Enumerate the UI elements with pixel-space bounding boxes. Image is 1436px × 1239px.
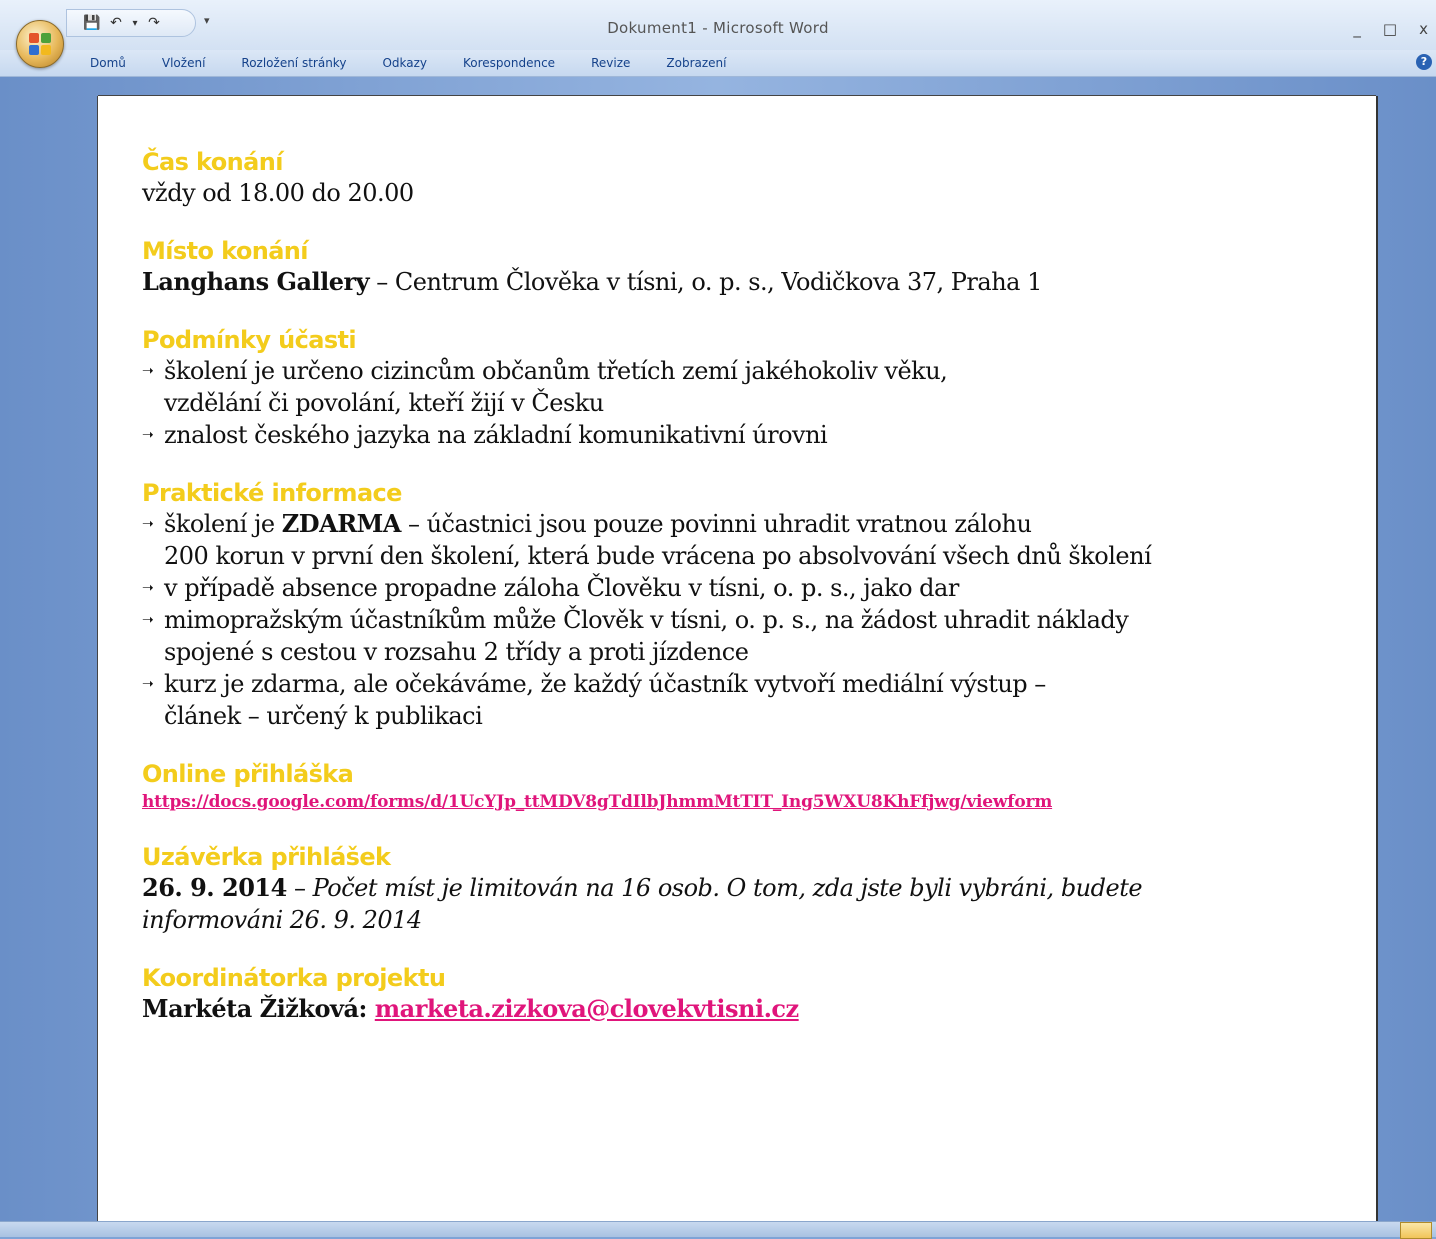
list-item-text: kurz je zdarma, ale očekáváme, že každý … [164,670,1046,730]
list-item: ➝ mimopražským účastníkům může Člověk v … [142,604,1342,668]
section-text: 26. 9. 2014 – Počet míst je limitován na… [142,873,1143,934]
section-conditions: Podmínky účasti ➝ školení je určeno cizi… [142,326,1342,451]
list-item: ➝ školení je určeno cizincům občanům tře… [142,355,1342,419]
tab-page-layout[interactable]: Rozložení stránky [241,56,346,70]
document-page[interactable]: Čas konání vždy od 18.00 do 20.00 Místo … [98,96,1376,1236]
section-online-form: Online přihláška https://docs.google.com… [142,760,1342,815]
arrow-bullet-icon: ➝ [142,580,154,596]
section-heading: Místo konání [142,237,309,265]
arrow-bullet-icon: ➝ [142,612,154,628]
view-layout-button[interactable] [1400,1222,1432,1239]
list-item: ➝ znalost českého jazyka na základní kom… [142,419,1342,451]
list-item-text: školení je určeno cizincům občanům třetí… [164,357,948,417]
form-link[interactable]: https://docs.google.com/forms/d/1UcYJp_t… [142,792,1052,812]
section-heading: Koordinátorka projektu [142,964,446,992]
section-heading: Uzávěrka přihlášek [142,843,391,871]
window-controls: _ □ x [1353,20,1428,38]
document-workspace: Čas konání vždy od 18.00 do 20.00 Místo … [0,77,1436,1236]
section-text: Markéta Žižková: marketa.zizkova@clovekv… [142,993,1342,1025]
section-heading: Čas konání [142,148,283,176]
list-item: ➝ v případě absence propadne záloha Člov… [142,572,1342,604]
section-place: Místo konání Langhans Gallery – Centrum … [142,237,1342,298]
free-label: ZDARMA [281,509,402,538]
arrow-bullet-icon: ➝ [142,676,154,692]
deadline-date: 26. 9. 2014 [142,873,287,902]
section-time: Čas konání vždy od 18.00 do 20.00 [142,148,1342,209]
section-coordinator: Koordinátorka projektu Markéta Žižková: … [142,964,1342,1025]
title-bar: 💾 ↶ ▾ ↷ ▾ Dokument1 - Microsoft Word _ □… [0,0,1436,50]
window-title: Dokument1 - Microsoft Word [607,19,829,37]
section-deadline: Uzávěrka přihlášek 26. 9. 2014 – Počet m… [142,843,1342,936]
list-item: ➝ školení je ZDARMA – účastnici jsou pou… [142,508,1342,572]
arrow-bullet-icon: ➝ [142,516,154,532]
arrow-bullet-icon: ➝ [142,427,154,443]
deadline-note-cont: informováni 26. 9. 2014 [142,906,422,934]
tab-home[interactable]: Domů [90,56,126,70]
office-logo-icon [29,33,51,55]
close-button[interactable]: x [1419,20,1428,38]
venue-name: Langhans Gallery [142,267,370,296]
maximize-button[interactable]: □ [1383,20,1397,38]
list-item-text: mimopražským účastníkům může Člověk v tí… [164,606,1129,666]
section-heading: Praktické informace [142,479,402,507]
section-text: Langhans Gallery – Centrum Člověka v tís… [142,266,1342,298]
document-content: Čas konání vždy od 18.00 do 20.00 Místo … [142,148,1342,1053]
tab-view[interactable]: Zobrazení [666,56,726,70]
help-icon[interactable]: ? [1416,54,1432,70]
tab-review[interactable]: Revize [591,56,630,70]
list-item-text: v případě absence propadne záloha Člověk… [164,574,959,602]
minimize-button[interactable]: _ [1353,20,1361,38]
tab-insert[interactable]: Vložení [162,56,206,70]
section-text: vždy od 18.00 do 20.00 [142,179,414,207]
arrow-bullet-icon: ➝ [142,363,154,379]
venue-address: – Centrum Člověka v tísni, o. p. s., Vod… [369,268,1042,296]
section-heading: Podmínky účasti [142,326,357,354]
section-practical: Praktické informace ➝ školení je ZDARMA … [142,479,1342,732]
list-item: ➝ kurz je zdarma, ale očekáváme, že každ… [142,668,1342,732]
tab-mailings[interactable]: Korespondence [463,56,555,70]
section-heading: Online přihláška [142,760,354,788]
ribbon-tabs: Domů Vložení Rozložení stránky Odkazy Ko… [0,50,1436,77]
tab-references[interactable]: Odkazy [382,56,427,70]
office-button[interactable] [16,20,64,68]
list-item-text: znalost českého jazyka na základní komun… [164,421,828,449]
deadline-note: Počet míst je limitován na 16 osob. O to… [312,874,1143,902]
coordinator-name: Markéta Žižková: [142,994,375,1023]
email-link[interactable]: marketa.zizkova@clovekvtisni.cz [375,994,799,1023]
list-item-text: školení je ZDARMA – účastnici jsou pouze… [164,509,1152,570]
status-bar [0,1221,1436,1239]
form-link-line: https://docs.google.com/forms/d/1UcYJp_t… [142,789,1342,815]
